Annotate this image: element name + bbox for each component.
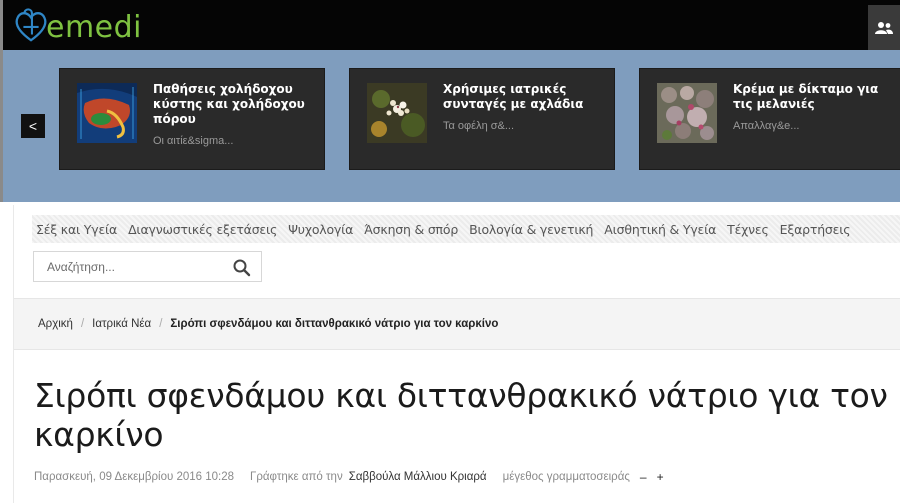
- article-date: Παρασκευή, 09 Δεκεμβρίου 2016 10:28: [34, 471, 235, 483]
- page-title: Σιρόπι σφενδάμου και διττανθρακικό νάτρι…: [34, 376, 888, 454]
- breadcrumb-separator: /: [159, 318, 163, 330]
- breadcrumb-home[interactable]: Αρχική: [38, 318, 73, 330]
- carousel-card-excerpt: Απαλλαγ&e...: [733, 120, 800, 132]
- article-meta: Παρασκευή, 09 Δεκεμβρίου 2016 10:28 Γράφ…: [34, 470, 664, 484]
- carousel-card-title[interactable]: Παθήσεις χολήδοχου κύστης και χολήδοχου …: [153, 82, 313, 127]
- logo-heart-icon: [15, 8, 47, 42]
- dittany-thumbnail[interactable]: [657, 83, 717, 143]
- carousel-prev-button[interactable]: <: [21, 114, 45, 138]
- search-box: [33, 251, 262, 282]
- font-decrease-button[interactable]: –: [640, 470, 647, 484]
- window-edge: [0, 0, 3, 50]
- font-increase-button[interactable]: +: [657, 470, 664, 484]
- nav-item-arts[interactable]: Τέχνες: [723, 222, 773, 237]
- carousel-card-title[interactable]: Κρέμα με δίκταμο για τις μελανιές: [733, 82, 893, 112]
- breadcrumb-section[interactable]: Ιατρικά Νέα: [92, 318, 151, 330]
- site-header: emedi: [0, 0, 900, 50]
- nav-item-diagnostic-tests[interactable]: Διαγνωστικές εξετάσεις: [124, 222, 281, 237]
- carousel-card-excerpt: Οι αιτίε&sigma...: [153, 135, 234, 147]
- carousel-card-excerpt: Τα οφέλη σ&...: [443, 120, 515, 132]
- featured-carousel: < Παθήσεις χολήδοχου κύστης και χολήδοχο…: [0, 50, 900, 202]
- nav-item-aesthetics-health[interactable]: Αισθητική & Υγεία: [600, 222, 720, 237]
- user-menu-button[interactable]: [868, 5, 900, 50]
- nav-item-psychology[interactable]: Ψυχολογία: [284, 222, 357, 237]
- carousel-card-title[interactable]: Χρήσιμες ιατρικές συνταγές με αχλάδια: [443, 82, 603, 112]
- carousel-card[interactable]: Χρήσιμες ιατρικές συνταγές με αχλάδια Τα…: [349, 68, 615, 170]
- logo-wordmark: emedi: [46, 9, 143, 45]
- nav-item-sex-health[interactable]: Σέξ και Υγεία: [32, 222, 121, 237]
- author-link[interactable]: Σαββούλα Μάλλιου Κριαρά: [349, 471, 487, 483]
- nav-item-exercise-sport[interactable]: Άσκηση & σπόρ: [360, 222, 462, 237]
- font-size-label: μέγεθος γραμματοσειράς: [502, 471, 630, 483]
- carousel-card[interactable]: Κρέμα με δίκταμο για τις μελανιές Απαλλα…: [639, 68, 900, 170]
- content-divider: [13, 205, 14, 503]
- site-logo[interactable]: emedi: [12, 4, 142, 48]
- dittany-plant-image: [657, 83, 717, 143]
- nav-item-addictions[interactable]: Εξαρτήσεις: [776, 222, 855, 237]
- gallbladder-thumbnail[interactable]: [77, 83, 137, 143]
- chevron-left-icon: <: [28, 118, 38, 134]
- pear-blossom-image: [367, 83, 427, 143]
- written-by-label: Γράφτηκε από την: [250, 471, 343, 483]
- breadcrumb: Αρχική / Ιατρικά Νέα / Σιρόπι σφενδάμου …: [14, 298, 900, 350]
- carousel-card[interactable]: Παθήσεις χολήδοχου κύστης και χολήδοχου …: [59, 68, 325, 170]
- breadcrumb-current: Σιρόπι σφενδάμου και διττανθρακικό νάτρι…: [170, 318, 499, 330]
- users-icon: [875, 21, 893, 34]
- nav-item-biology-genetics[interactable]: Βιολογία & γενετική: [465, 222, 597, 237]
- category-nav: Σέξ και Υγεία Διαγνωστικές εξετάσεις Ψυχ…: [32, 215, 900, 243]
- pear-thumbnail[interactable]: [367, 83, 427, 143]
- search-input[interactable]: [34, 252, 229, 281]
- gallbladder-image: [77, 83, 137, 143]
- search-icon[interactable]: [232, 258, 252, 278]
- breadcrumb-separator: /: [80, 318, 85, 330]
